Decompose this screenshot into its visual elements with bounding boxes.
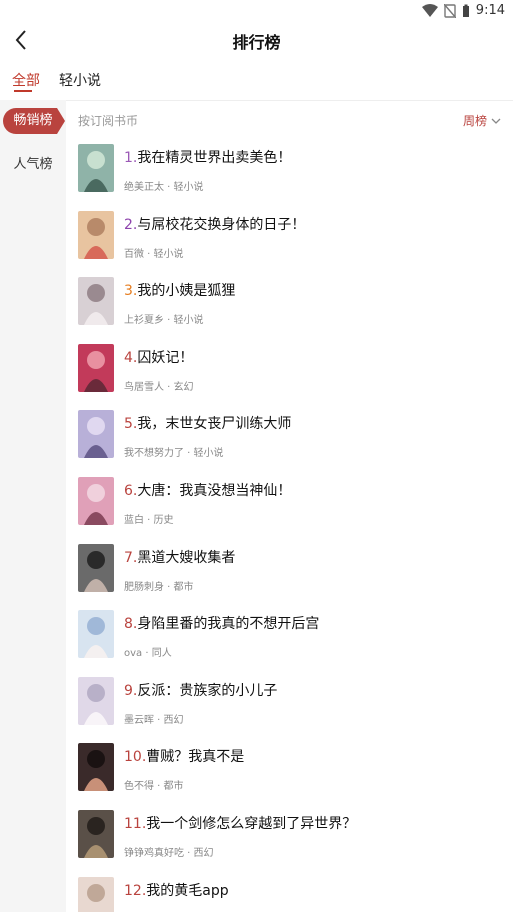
tab-light-novel[interactable]: 轻小说	[59, 70, 101, 90]
book-title: 9.反派：贵族家的小儿子	[124, 680, 277, 700]
book-meta: ova · 同人	[124, 648, 172, 660]
book-rank: 3.	[124, 283, 138, 300]
book-row[interactable]: 12.我的黄毛app	[66, 876, 513, 912]
book-cover-image	[78, 410, 114, 459]
book-row[interactable]: 10.曹贼？我真不是色不得 · 都市	[66, 743, 513, 805]
page-title: 排行榜	[232, 33, 281, 52]
book-cover-image	[78, 810, 114, 858]
book-cover-image	[78, 743, 114, 792]
period-selector[interactable]: 周榜	[463, 112, 501, 129]
sort-label: 按订阅书币	[78, 114, 139, 128]
book-title: 12.我的黄毛app	[124, 880, 229, 900]
period-label: 周榜	[462, 114, 487, 128]
book-rank: 9.	[124, 682, 138, 699]
active-tab-indicator	[14, 90, 32, 92]
book-meta: 蓝白 · 历史	[124, 515, 174, 526]
book-row[interactable]: 5.我，末世女丧尸训练大师我不想努力了 · 轻小说	[66, 410, 513, 472]
book-cover-image	[78, 144, 114, 192]
book-cover-image	[78, 477, 114, 525]
book-cover-image	[78, 210, 114, 259]
book-cover-image	[78, 277, 114, 326]
header: 排行榜	[0, 24, 513, 56]
book-title-text: 我，末世女丧尸训练大师	[137, 416, 292, 433]
book-title: 8.身陷里番的我真的不想开后宫	[124, 613, 319, 633]
book-meta: 铮铮鸡真好吃 · 西幻	[124, 848, 214, 859]
book-rank: 7.	[124, 549, 138, 566]
book-rank: 5.	[124, 416, 138, 433]
book-rank: 1.	[124, 150, 138, 166]
book-title: 10.曹贼？我真不是	[124, 746, 244, 766]
book-title: 1.我在精灵世界出卖美色！	[124, 147, 291, 167]
sidebar-item-popularity[interactable]: 人气榜	[0, 151, 66, 179]
book-title: 6.大唐：我真没想当神仙！	[124, 480, 291, 500]
book-row[interactable]: 7.黑道大嫂收集者肥肠刺身 · 都市	[66, 543, 513, 606]
book-title-text: 黑道大嫂收集者	[137, 549, 236, 566]
book-row[interactable]: 6.大唐：我真没想当神仙！ 蓝白 · 历史	[66, 477, 513, 539]
category-tabs: 全部 轻小说	[0, 66, 513, 101]
book-title-text: 身陷里番的我真的不想开后宫	[137, 616, 320, 633]
battery-icon	[462, 4, 469, 17]
book-rank: 12.	[124, 882, 147, 899]
book-title: 4.囚妖记！	[124, 347, 193, 367]
book-title: 5.我，末世女丧尸训练大师	[124, 413, 291, 433]
book-rank: 11.	[124, 816, 147, 832]
book-title-text: 反派：贵族家的小儿子	[137, 682, 278, 699]
book-cover-image	[78, 610, 114, 659]
book-meta: 肥肠刺身 · 都市	[124, 581, 194, 593]
book-row[interactable]: 3.我的小姨是狐狸上衫夏乡 · 轻小说	[66, 277, 513, 339]
book-row[interactable]: 1.我在精灵世界出卖美色！ 绝美正太 · 轻小说	[66, 144, 513, 206]
book-title: 11.我一个剑修怎么穿越到了异世界？	[124, 813, 356, 833]
book-title-text: 大唐：我真没想当神仙！	[137, 483, 292, 499]
book-rank: 4.	[124, 349, 138, 366]
book-title: 7.黑道大嫂收集者	[124, 547, 235, 567]
book-row[interactable]: 11.我一个剑修怎么穿越到了异世界？ 铮铮鸡真好吃 · 西幻	[66, 810, 513, 872]
wifi-icon	[421, 3, 438, 17]
book-cover-image	[78, 343, 114, 392]
book-title: 3.我的小姨是狐狸	[124, 280, 235, 300]
book-meta: 色不得 · 都市	[124, 781, 184, 793]
book-title-text: 我在精灵世界出卖美色！	[137, 150, 292, 166]
chevron-down-icon	[491, 118, 501, 124]
book-title-text: 我一个剑修怎么穿越到了异世界？	[146, 816, 357, 832]
book-cover-image	[78, 876, 114, 912]
book-meta: 墨云晖 · 西幻	[124, 714, 184, 726]
book-title: 2.与屌校花交换身体的日子！	[124, 214, 305, 234]
book-rank: 8.	[124, 616, 138, 633]
tab-all[interactable]: 全部	[12, 70, 40, 90]
ranking-content: 按订阅书币 周榜 1.我在精灵世界出卖美色！ 绝美正太 · 轻小说 2.与屌校花交换…	[66, 100, 513, 912]
book-meta: 我不想努力了 · 轻小说	[124, 448, 224, 460]
book-row[interactable]: 8.身陷里番的我真的不想开后宫 ova · 同人	[66, 610, 513, 672]
ranking-sidebar	[0, 100, 66, 912]
book-rank: 2.	[124, 216, 138, 233]
no-sim-icon	[443, 3, 456, 18]
book-meta: 绝美正太 · 轻小说	[124, 182, 204, 193]
book-cover-image	[78, 543, 114, 592]
book-rank: 6.	[124, 483, 138, 499]
book-title-text: 囚妖记！	[137, 349, 194, 366]
book-meta: 上衫夏乡 · 轻小说	[124, 315, 204, 327]
book-row[interactable]: 9.反派：贵族家的小儿子墨云晖 · 西幻	[66, 676, 513, 739]
status-bar: 9:14	[0, 0, 513, 24]
book-meta: 鸟居雪人 · 玄幻	[124, 381, 194, 393]
book-row[interactable]: 4.囚妖记！ 鸟居雪人 · 玄幻	[66, 343, 513, 406]
book-row[interactable]: 2.与屌校花交换身体的日子！ 百微 · 轻小说	[66, 210, 513, 273]
book-meta: 百微 · 轻小说	[124, 248, 184, 260]
sidebar-item-bestseller[interactable]: 畅销榜	[0, 107, 66, 135]
book-title-text: 我的小姨是狐狸	[137, 283, 236, 300]
status-time: 9:14	[475, 3, 505, 18]
book-title-text: 曹贼？我真不是	[146, 749, 245, 766]
book-title-text: 与屌校花交换身体的日子！	[137, 216, 306, 233]
book-cover-image	[78, 676, 114, 725]
book-rank: 10.	[124, 749, 147, 766]
book-title-text: 我的黄毛app	[146, 882, 229, 899]
